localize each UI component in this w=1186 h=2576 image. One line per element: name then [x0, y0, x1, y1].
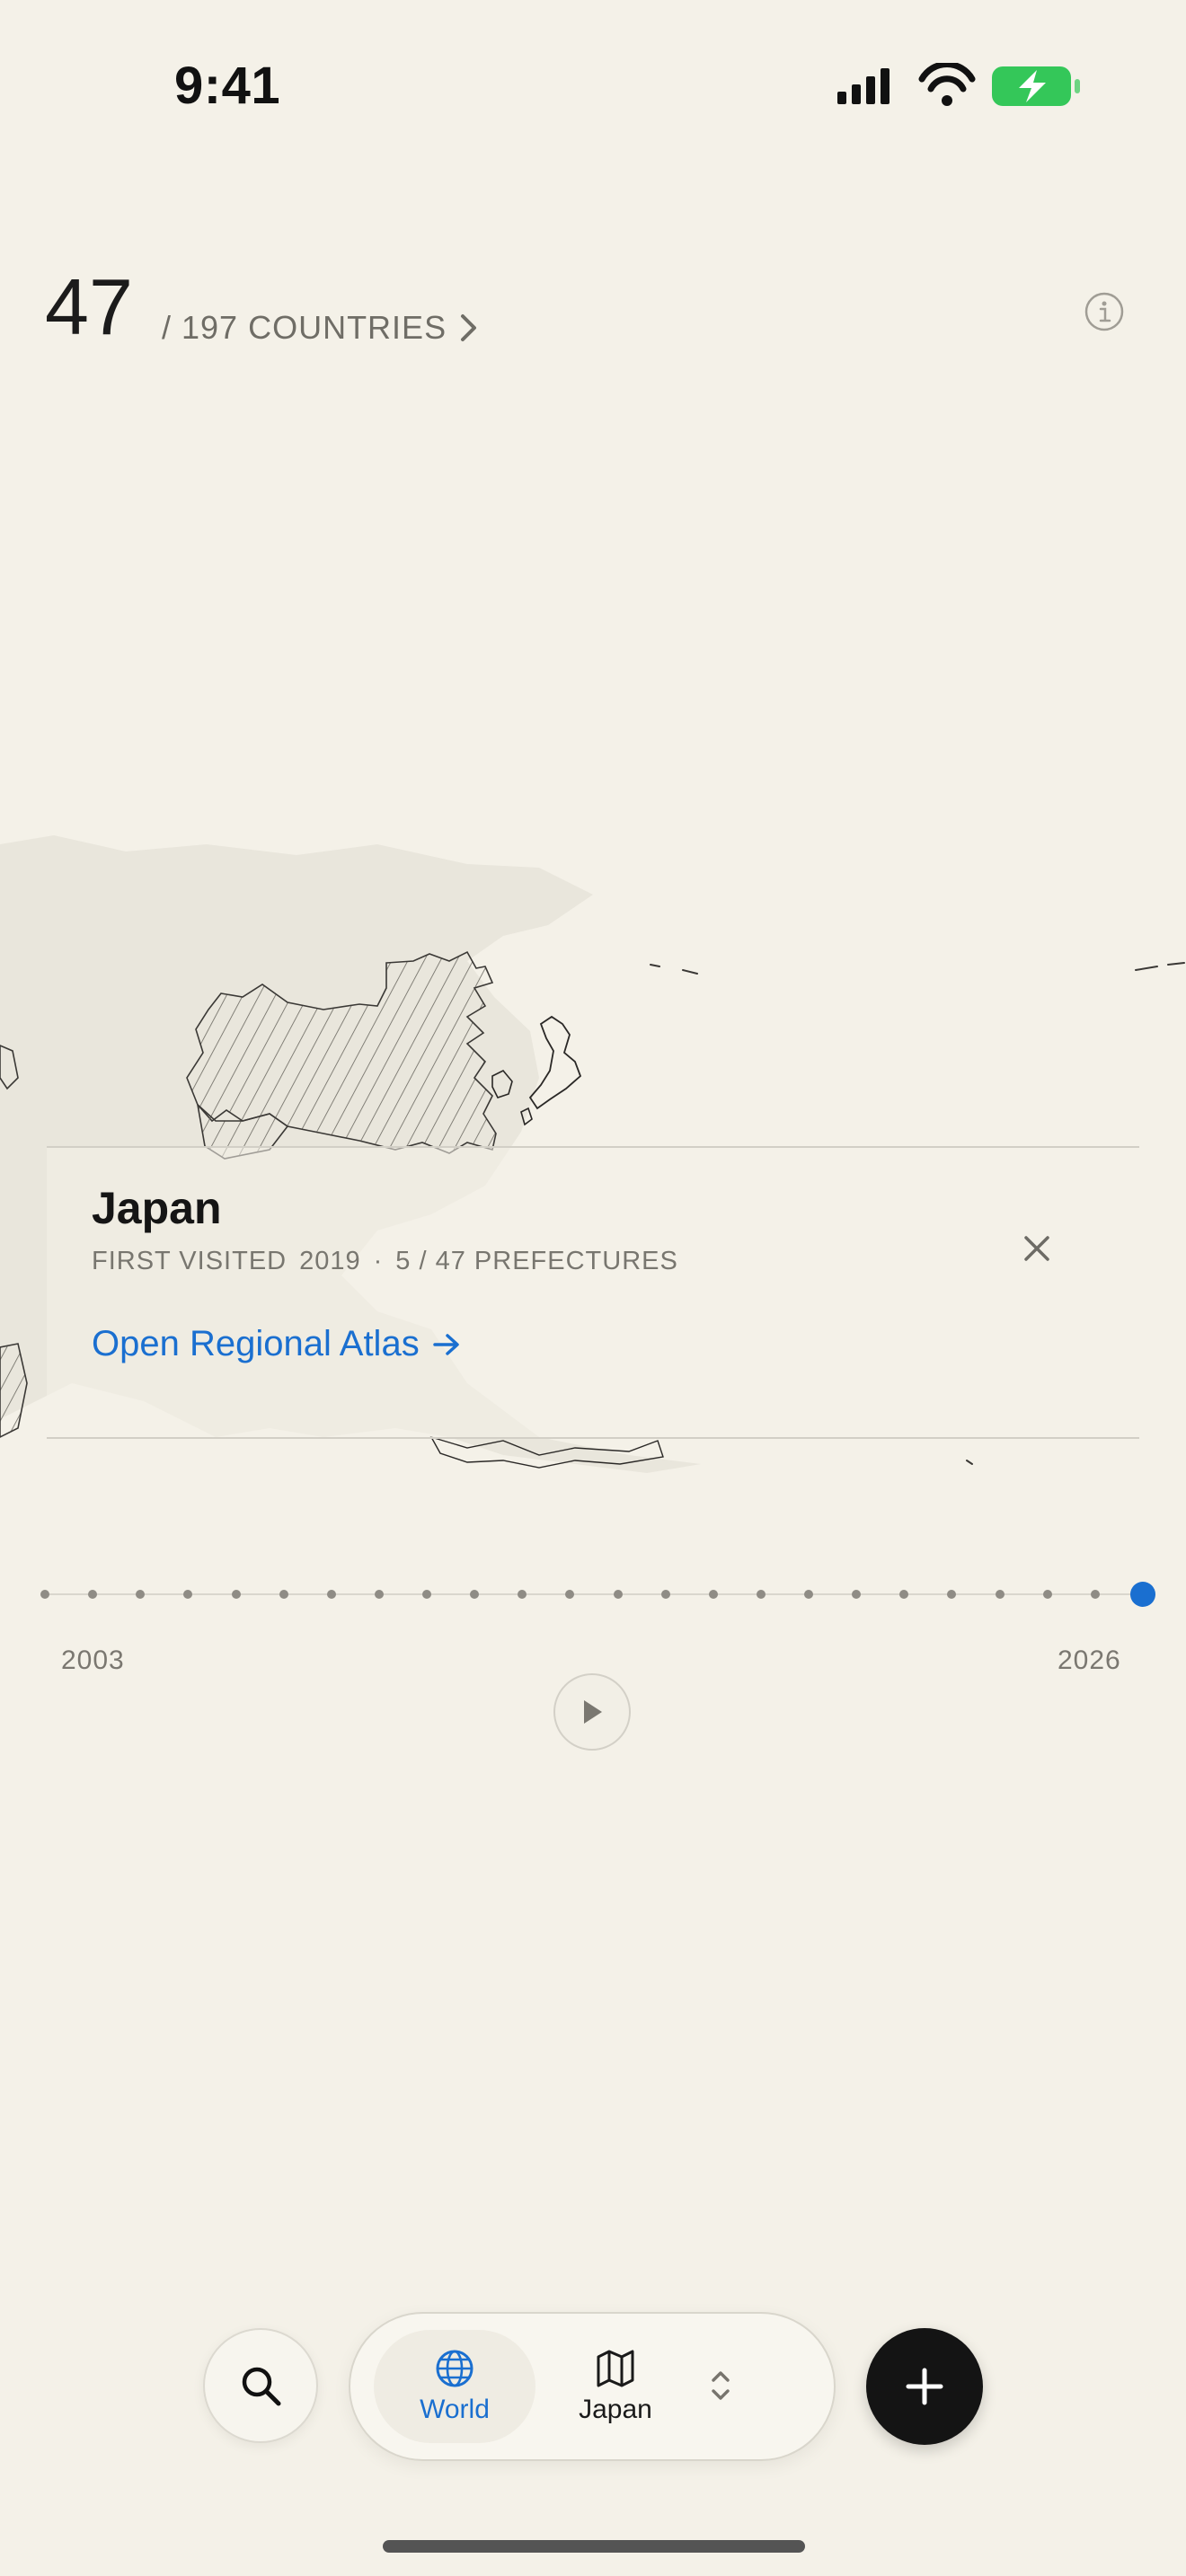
prefectures-count: 5 / 47 PREFECTURES — [395, 1247, 678, 1275]
chevron-up-down-icon[interactable] — [706, 2366, 735, 2405]
timeline-year-dot[interactable] — [899, 1590, 909, 1599]
timeline-year-dot[interactable] — [470, 1590, 480, 1599]
timeline-year-dot[interactable] — [565, 1590, 575, 1599]
timeline-year-dot[interactable] — [804, 1590, 814, 1599]
open-regional-atlas-link[interactable]: Open Regional Atlas — [92, 1324, 461, 1364]
search-button[interactable] — [203, 2328, 318, 2443]
timeline-year-dot[interactable] — [231, 1590, 241, 1599]
timeline-current-year-dot[interactable] — [1130, 1582, 1155, 1607]
tab-japan[interactable]: Japan — [539, 2330, 692, 2443]
tab-world[interactable]: World — [374, 2330, 535, 2443]
region-japan — [528, 1015, 582, 1110]
home-indicator — [383, 2540, 805, 2553]
map-scope-switcher[interactable]: World Japan — [349, 2312, 836, 2461]
status-icons — [837, 63, 1080, 106]
timeline-year-dot[interactable] — [88, 1590, 98, 1599]
play-timeline-button[interactable] — [553, 1673, 631, 1751]
globe-icon — [436, 2350, 474, 2387]
visited-count: 47 — [45, 262, 133, 351]
timeline-year-dot[interactable] — [183, 1590, 193, 1599]
first-visited-label: FIRST VISITED — [92, 1247, 288, 1275]
timeline-year-dot[interactable] — [374, 1590, 384, 1599]
countries-total-label: / 197 COUNTRIES — [162, 309, 447, 346]
timeline-year-dot[interactable] — [947, 1590, 957, 1599]
plus-icon — [906, 2368, 943, 2405]
close-card-button[interactable] — [1010, 1222, 1064, 1275]
status-time: 9:41 — [174, 57, 281, 115]
timeline-year-dot[interactable] — [518, 1590, 527, 1599]
timeline-year-dot[interactable] — [852, 1590, 862, 1599]
timeline-year-dot[interactable] — [660, 1590, 670, 1599]
timeline-year-dot[interactable] — [613, 1590, 623, 1599]
card-title: Japan — [92, 1183, 222, 1233]
close-icon — [1024, 1236, 1049, 1261]
countries-total-link[interactable]: / 197 COUNTRIES — [162, 309, 479, 347]
timeline-year-dot[interactable] — [326, 1590, 336, 1599]
timeline-end-year: 2026 — [1058, 1645, 1121, 1675]
timeline-year-dot[interactable] — [40, 1590, 49, 1599]
chevron-right-icon — [461, 314, 477, 341]
open-regional-atlas-label: Open Regional Atlas — [92, 1324, 420, 1363]
map-icon — [597, 2350, 634, 2387]
timeline-year-dot[interactable] — [422, 1590, 432, 1599]
timeline-year-dot[interactable] — [1090, 1590, 1100, 1599]
tab-japan-label: Japan — [579, 2395, 652, 2424]
timeline-start-year: 2003 — [61, 1645, 125, 1675]
timeline-year-dot[interactable] — [995, 1590, 1005, 1599]
timeline-year-dot[interactable] — [1042, 1590, 1052, 1599]
add-visit-button[interactable] — [866, 2328, 983, 2445]
wifi-icon — [918, 63, 976, 106]
timeline-year-dot[interactable] — [708, 1590, 718, 1599]
country-card[interactable]: Japan FIRST VISITED 2019 · 5 / 47 PREFEC… — [47, 1146, 1139, 1439]
arrow-right-icon — [432, 1333, 459, 1355]
cellular-signal-icon — [837, 68, 890, 104]
tab-world-label: World — [420, 2395, 490, 2424]
battery-icon — [992, 66, 1080, 106]
card-meta: FIRST VISITED 2019 · 5 / 47 PREFECTURES — [92, 1247, 678, 1276]
search-icon — [242, 2367, 281, 2406]
timeline-year-dot[interactable] — [279, 1590, 288, 1599]
timeline-year-dot[interactable] — [756, 1590, 766, 1599]
year-timeline[interactable] — [40, 1582, 1155, 1607]
first-visited-year: 2019 — [299, 1247, 361, 1275]
timeline-year-dot[interactable] — [136, 1590, 146, 1599]
timeline-track — [45, 1593, 1143, 1595]
info-icon[interactable] — [1084, 291, 1125, 332]
play-icon — [584, 1700, 602, 1724]
meta-separator: · — [373, 1247, 384, 1275]
